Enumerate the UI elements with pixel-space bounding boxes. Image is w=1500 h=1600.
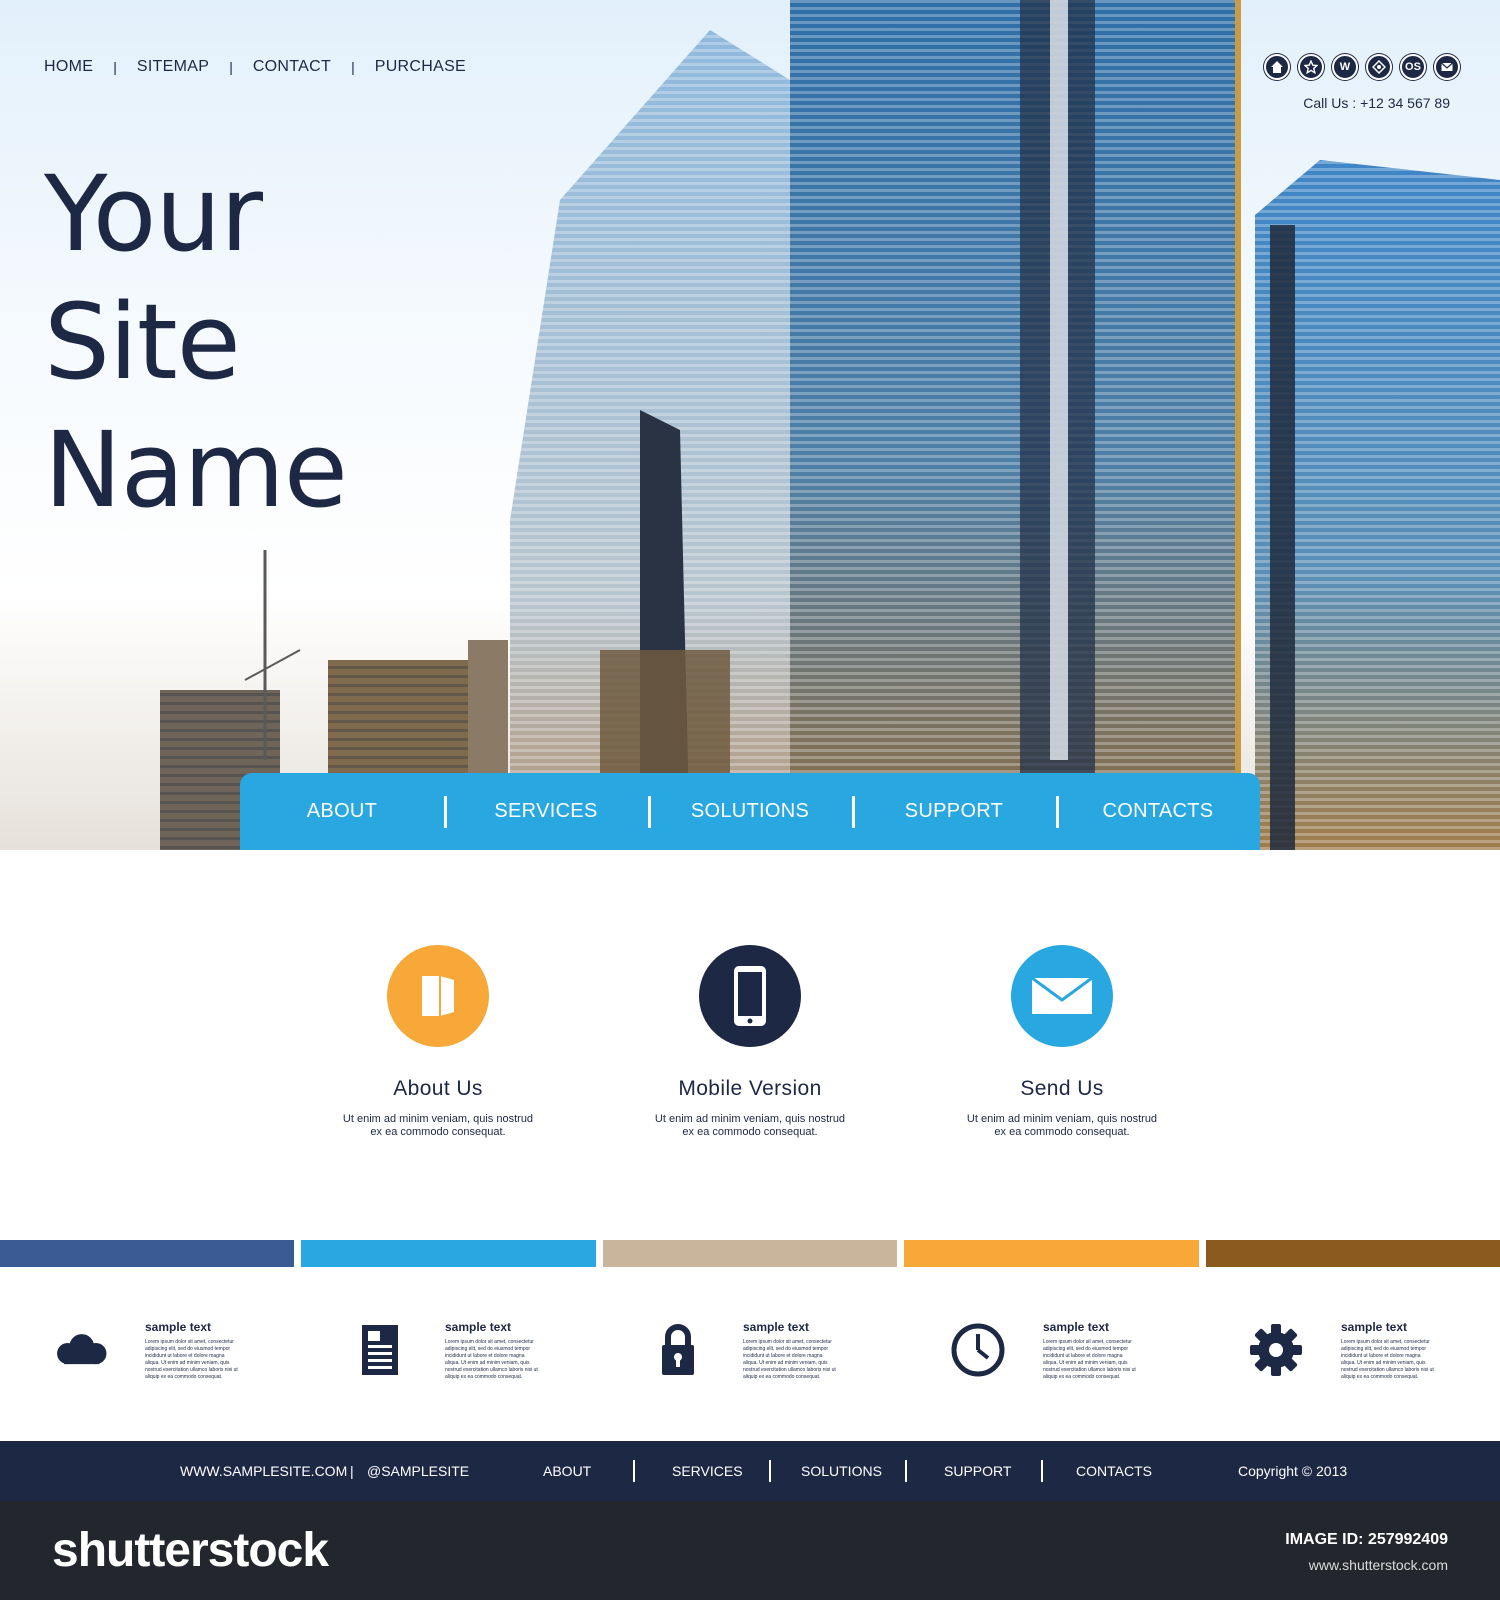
top-nav: HOME | SITEMAP | CONTACT | PURCHASE [44,58,466,76]
main-nav-solutions[interactable]: SOLUTIONS [648,796,852,828]
footer-nav-separator [905,1460,907,1482]
hero-banner: HOME | SITEMAP | CONTACT | PURCHASE W OS… [0,0,1500,850]
home-icon[interactable] [1264,54,1290,80]
footer-nav-contacts[interactable]: CONTACTS [1076,1463,1152,1479]
info-text: Lorem ipsum dolor sit amet, consectetur … [1341,1339,1434,1380]
shutterstock-logo: shutterstock [52,1524,329,1577]
tablet-icon [699,945,801,1047]
info-title: sample text [1341,1320,1408,1334]
feature-description: Ut enim ad minim veniam, quis nostrud ex… [318,1113,558,1139]
color-stripe [602,1240,898,1267]
feature-title: Mobile Version [678,1077,822,1100]
top-nav-separator: | [113,59,117,75]
feature-send-us[interactable]: Send Us Ut enim ad minim veniam, quis no… [942,945,1182,1139]
info-title: sample text [743,1320,810,1334]
main-nav-contacts[interactable]: CONTACTS [1056,796,1260,828]
color-stripe [1205,1240,1500,1267]
color-stripe [904,1240,1199,1267]
color-stripe-bar [0,1240,1500,1267]
info-text: Lorem ipsum dolor sit amet, consectetur … [445,1339,538,1380]
feature-description: Ut enim ad minim veniam, quis nostrud ex… [942,1113,1182,1139]
feature-description-line: ex ea commodo consequat. [370,1126,506,1138]
info-block-clock: sample text Lorem ipsum dolor sit amet, … [948,1320,1188,1390]
gear-icon [1246,1320,1306,1380]
lock-icon [648,1320,708,1380]
footer-divider: | [350,1463,354,1479]
top-nav-separator: | [229,59,233,75]
info-text: Lorem ipsum dolor sit amet, consectetur … [743,1339,836,1380]
call-us-phone: Call Us : +12 34 567 89 [1303,95,1450,111]
stock-url: www.shutterstock.com [1308,1557,1448,1573]
top-nav-purchase[interactable]: PURCHASE [375,58,466,76]
color-stripe [0,1240,295,1267]
info-block-document: sample text Lorem ipsum dolor sit amet, … [350,1320,590,1390]
feature-description-line: Ut enim ad minim veniam, quis nostrud [342,1113,534,1125]
info-title: sample text [145,1320,212,1334]
feature-description-line: Ut enim ad minim veniam, quis nostrud [966,1113,1158,1125]
info-text: Lorem ipsum dolor sit amet, consectetur … [1043,1339,1136,1380]
mail-icon[interactable] [1434,54,1460,80]
footer-website-link[interactable]: WWW.SAMPLESITE.COM [180,1463,347,1479]
footer-nav-separator [1041,1460,1043,1482]
cloud-icon [50,1320,110,1380]
feature-title: About Us [393,1077,483,1100]
footer-bar: WWW.SAMPLESITE.COM | @SAMPLESITE ABOUT S… [0,1441,1500,1501]
footer-copyright: Copyright © 2013 [1238,1463,1348,1479]
feature-description: Ut enim ad minim veniam, quis nostrud ex… [630,1113,870,1139]
feature-title: Send Us [1020,1077,1104,1100]
main-nav-services[interactable]: SERVICES [444,796,648,828]
main-nav-support[interactable]: SUPPORT [852,796,1056,828]
main-nav-about[interactable]: ABOUT [240,800,444,823]
info-text: Lorem ipsum dolor sit amet, consectetur … [145,1339,238,1380]
top-nav-sitemap[interactable]: SITEMAP [137,58,209,76]
feature-description-line: ex ea commodo consequat. [682,1126,818,1138]
feature-about-us[interactable]: About Us Ut enim ad minim veniam, quis n… [318,945,558,1139]
site-name-line: Name [44,409,348,531]
clock-icon [948,1320,1008,1380]
footer-nav-support[interactable]: SUPPORT [944,1463,1011,1479]
document-icon [350,1320,410,1380]
info-title: sample text [1043,1320,1110,1334]
feature-description-line: ex ea commodo consequat. [994,1126,1130,1138]
feature-description-line: Ut enim ad minim veniam, quis nostrud [654,1113,846,1125]
os-icon[interactable]: OS [1400,54,1426,80]
site-name-line: Site [44,281,241,403]
main-nav: ABOUT SERVICES SOLUTIONS SUPPORT CONTACT… [240,773,1260,850]
book-icon [387,945,489,1047]
footer-nav-separator [633,1460,635,1482]
info-block-lock: sample text Lorem ipsum dolor sit amet, … [648,1320,888,1390]
footer-social-handle[interactable]: @SAMPLESITE [367,1463,469,1479]
globe-icon[interactable] [1366,54,1392,80]
color-stripe [301,1240,596,1267]
info-title: sample text [445,1320,512,1334]
site-name-title: Your Site Name [44,150,348,534]
envelope-icon [1011,945,1113,1047]
info-block-gear: sample text Lorem ipsum dolor sit amet, … [1246,1320,1486,1390]
top-nav-contact[interactable]: CONTACT [253,58,331,76]
w-icon[interactable]: W [1332,54,1358,80]
feature-mobile-version[interactable]: Mobile Version Ut enim ad minim veniam, … [630,945,870,1139]
top-nav-home[interactable]: HOME [44,58,93,76]
info-block-cloud: sample text Lorem ipsum dolor sit amet, … [50,1320,290,1390]
footer-nav-separator [769,1460,771,1482]
stock-watermark-band: shutterstock IMAGE ID: 257992409 www.shu… [0,1501,1500,1600]
image-id: IMAGE ID: 257992409 [1285,1531,1448,1548]
star-icon[interactable] [1298,54,1324,80]
social-icons: W OS [1264,54,1460,80]
footer-nav-about[interactable]: ABOUT [543,1463,591,1479]
site-name-line: Your [44,153,263,275]
footer-nav-services[interactable]: SERVICES [672,1463,743,1479]
top-nav-separator: | [351,59,355,75]
footer-nav-solutions[interactable]: SOLUTIONS [801,1463,882,1479]
